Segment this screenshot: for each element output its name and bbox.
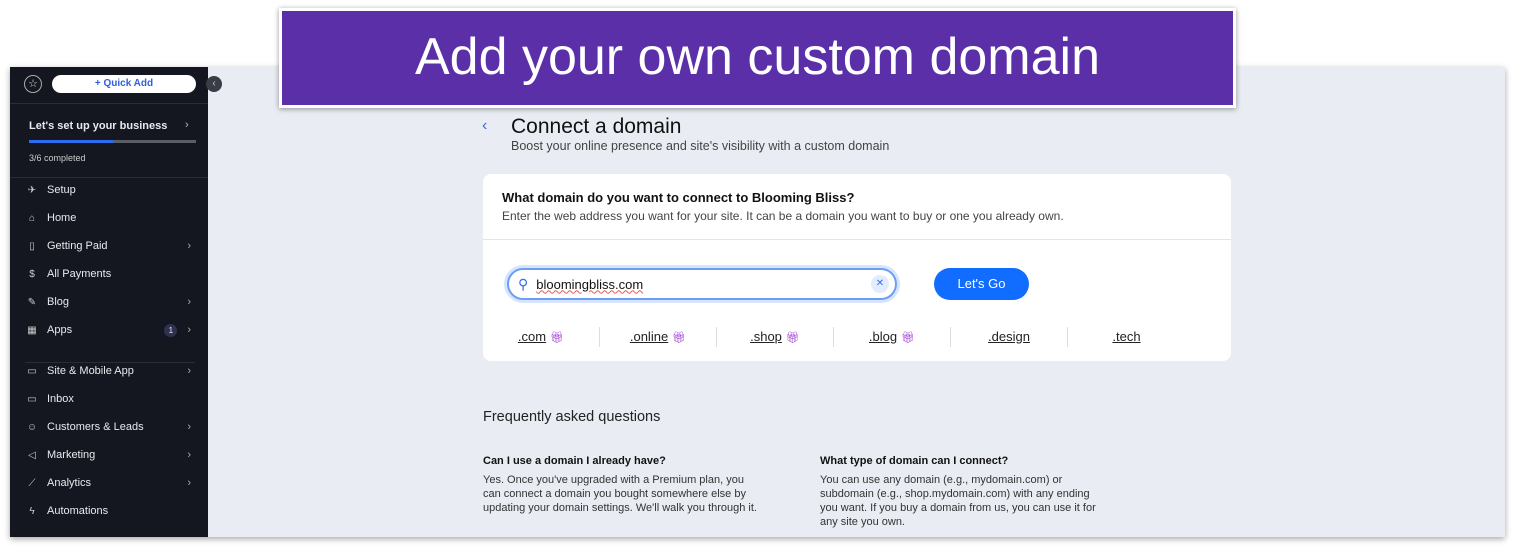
chevron-right-icon: ›: [187, 477, 191, 489]
sidebar-item-label: All Payments: [47, 268, 112, 280]
domain-card: What domain do you want to connect to Bl…: [483, 174, 1231, 361]
sidebar-item-setup[interactable]: ✈ Setup: [10, 179, 208, 201]
sidebar-item-marketing[interactable]: ◁ Marketing ›: [10, 444, 208, 466]
apps-icon: ▦: [27, 324, 37, 336]
tld-option[interactable]: .com 🎁︎: [483, 327, 600, 347]
domain-search-input[interactable]: ⚲ bloomingbliss.com ✕: [507, 268, 897, 300]
devices-icon: ▭: [27, 365, 37, 377]
chevron-right-icon: ›: [187, 296, 191, 308]
domain-question: What domain do you want to connect to Bl…: [502, 190, 855, 205]
chevron-right-icon: ›: [187, 421, 191, 433]
tld-option[interactable]: .tech: [1068, 327, 1185, 347]
divider: [25, 362, 195, 363]
sidebar-item-site-mobile-app[interactable]: ▭ Site & Mobile App ›: [10, 360, 208, 382]
chevron-right-icon: ›: [187, 449, 191, 461]
search-icon: ⚲: [518, 275, 529, 292]
tld-label[interactable]: .design: [988, 329, 1030, 344]
faq-item: Can I use a domain I already have? Yes. …: [483, 455, 763, 515]
sidebar-item-label: Site & Mobile App: [47, 365, 134, 377]
gift-icon: 🎁︎: [550, 332, 565, 344]
faq-question: What type of domain can I connect?: [820, 455, 1009, 467]
faq-question: Can I use a domain I already have?: [483, 455, 666, 467]
count-badge: 1: [164, 323, 178, 337]
faq-heading: Frequently asked questions: [483, 409, 661, 425]
sidebar-item-apps[interactable]: ▦ Apps 1 ›: [10, 319, 208, 341]
setup-progress-bar: [29, 140, 196, 143]
sidebar-item-home[interactable]: ⌂ Home: [10, 207, 208, 229]
completed-text: 3/6 completed: [29, 153, 86, 163]
bolt-icon: ϟ: [29, 505, 35, 517]
dollar-icon: $: [29, 268, 35, 280]
tld-label[interactable]: .blog: [869, 329, 897, 344]
progress-fill: [29, 140, 113, 143]
setup-title[interactable]: Let's set up your business: [29, 120, 167, 132]
sidebar-item-getting-paid[interactable]: ▯ Getting Paid ›: [10, 235, 208, 257]
search-value[interactable]: bloomingbliss.com: [536, 277, 871, 292]
sidebar-item-inbox[interactable]: ▭ Inbox: [10, 388, 208, 410]
sidebar-item-customers-leads[interactable]: ☺ Customers & Leads ›: [10, 416, 208, 438]
main-content: ‹ Connect a domain Boost your online pre…: [208, 67, 1505, 537]
sidebar-item-label: Marketing: [47, 449, 96, 461]
divider: [10, 103, 208, 104]
chevron-right-icon: ›: [187, 324, 191, 336]
back-chevron-icon[interactable]: ‹: [482, 117, 487, 135]
tld-option[interactable]: .shop 🎁︎: [717, 327, 834, 347]
sidebar-item-label: Automations: [47, 505, 109, 517]
sidebar: ☆ + Quick Add Let's set up your business…: [10, 67, 208, 537]
lets-go-button[interactable]: Let's Go: [934, 268, 1029, 300]
invoice-icon: ▯: [29, 240, 35, 252]
sidebar-item-analytics[interactable]: ⟋ Analytics ›: [10, 472, 208, 494]
inbox-icon: ▭: [27, 393, 37, 405]
chevron-right-icon: ›: [187, 240, 191, 252]
people-icon: ☺: [26, 421, 38, 433]
domain-description: Enter the web address you want for your …: [502, 209, 1064, 223]
chart-icon: ⟋: [28, 477, 36, 489]
sidebar-item-label: Customers & Leads: [47, 421, 144, 433]
sidebar-item-automations[interactable]: ϟ Automations: [10, 500, 208, 522]
megaphone-icon: ◁: [28, 449, 36, 461]
tld-option[interactable]: .online 🎁︎: [600, 327, 717, 347]
page-subtitle: Boost your online presence and site's vi…: [511, 139, 890, 153]
page-title: Connect a domain: [511, 115, 682, 138]
rocket-icon: ✈: [27, 184, 37, 196]
promo-banner: Add your own custom domain: [279, 8, 1236, 108]
sidebar-item-label: Analytics: [47, 477, 92, 489]
chevron-right-icon: ›: [187, 365, 191, 377]
pen-icon: ✎: [27, 296, 37, 308]
gift-icon: 🎁︎: [785, 332, 800, 344]
sidebar-item-label: Getting Paid: [47, 240, 108, 252]
tld-label[interactable]: .online: [630, 329, 668, 344]
sidebar-item-label: Setup: [47, 184, 76, 196]
tld-label[interactable]: .shop: [750, 329, 782, 344]
sidebar-item-label: Inbox: [47, 393, 74, 405]
tld-label[interactable]: .tech: [1112, 329, 1140, 344]
gift-icon: 🎁︎: [901, 332, 916, 344]
collapse-sidebar-button[interactable]: ‹: [206, 76, 222, 92]
sidebar-item-label: Home: [47, 212, 77, 224]
app-window: ☆ + Quick Add Let's set up your business…: [10, 67, 1505, 537]
quick-add-button[interactable]: + Quick Add: [52, 75, 196, 93]
tld-option[interactable]: .design: [951, 327, 1068, 347]
sidebar-item-label: Apps: [47, 324, 73, 336]
clear-icon[interactable]: ✕: [871, 275, 889, 293]
tld-option[interactable]: .blog 🎁︎: [834, 327, 951, 347]
gift-icon: 🎁︎: [672, 332, 687, 344]
faq-answer: You can use any domain (e.g., mydomain.c…: [820, 474, 1096, 528]
divider: [483, 239, 1231, 240]
chevron-right-icon[interactable]: ›: [185, 119, 189, 131]
sidebar-item-all-payments[interactable]: $ All Payments: [10, 263, 208, 285]
sidebar-item-label: Blog: [47, 296, 70, 308]
tld-list: .com 🎁︎ .online 🎁︎ .shop 🎁︎ .blog 🎁︎ .design .tec…: [483, 327, 1231, 347]
sidebar-item-blog[interactable]: ✎ Blog ›: [10, 291, 208, 313]
divider: [10, 177, 208, 178]
home-icon: ⌂: [28, 212, 36, 224]
faq-answer: Yes. Once you've upgraded with a Premium…: [483, 474, 757, 514]
faq-item: What type of domain can I connect? You c…: [820, 455, 1100, 529]
tld-label[interactable]: .com: [518, 329, 546, 344]
star-icon[interactable]: ☆: [24, 75, 42, 93]
